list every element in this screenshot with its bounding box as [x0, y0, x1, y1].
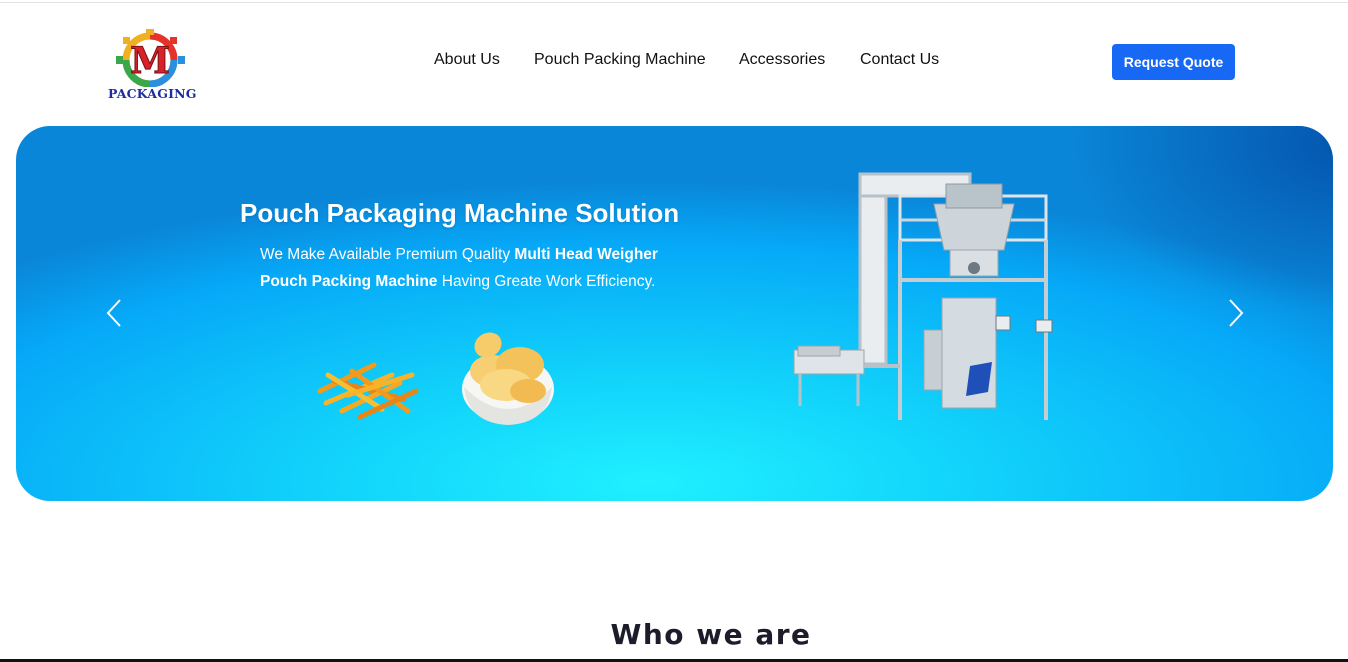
hero-title: Pouch Packaging Machine Solution: [240, 198, 680, 228]
chips-bowl-image: [462, 332, 554, 425]
chevron-right-icon[interactable]: [1220, 298, 1250, 328]
nav-accessories[interactable]: Accessories: [739, 51, 825, 69]
nav-contact-us[interactable]: Contact Us: [860, 51, 939, 69]
nav-pouch-packing-machine[interactable]: Pouch Packing Machine: [534, 51, 706, 69]
gear-logo-icon: M: [116, 29, 185, 88]
packaging-machine-image: [793, 172, 1053, 420]
svg-text:M: M: [130, 40, 170, 82]
hero-slider: Pouch Packaging Machine Solution We Make…: [16, 126, 1333, 501]
chevron-left-icon[interactable]: [100, 298, 130, 328]
nav-about-us[interactable]: About Us: [434, 51, 500, 69]
site-header: M PACKAGING About Us Pouch Packing Machi…: [0, 3, 1348, 121]
request-quote-button[interactable]: Request Quote: [1112, 44, 1235, 80]
section-title-who-we-are: Who we are: [610, 618, 812, 651]
logo-text: PACKAGING: [108, 86, 197, 101]
logo[interactable]: M PACKAGING: [108, 29, 197, 101]
hero-subtitle: We Make Available Premium Quality Multi …: [260, 246, 658, 290]
fries-image: [317, 362, 419, 420]
